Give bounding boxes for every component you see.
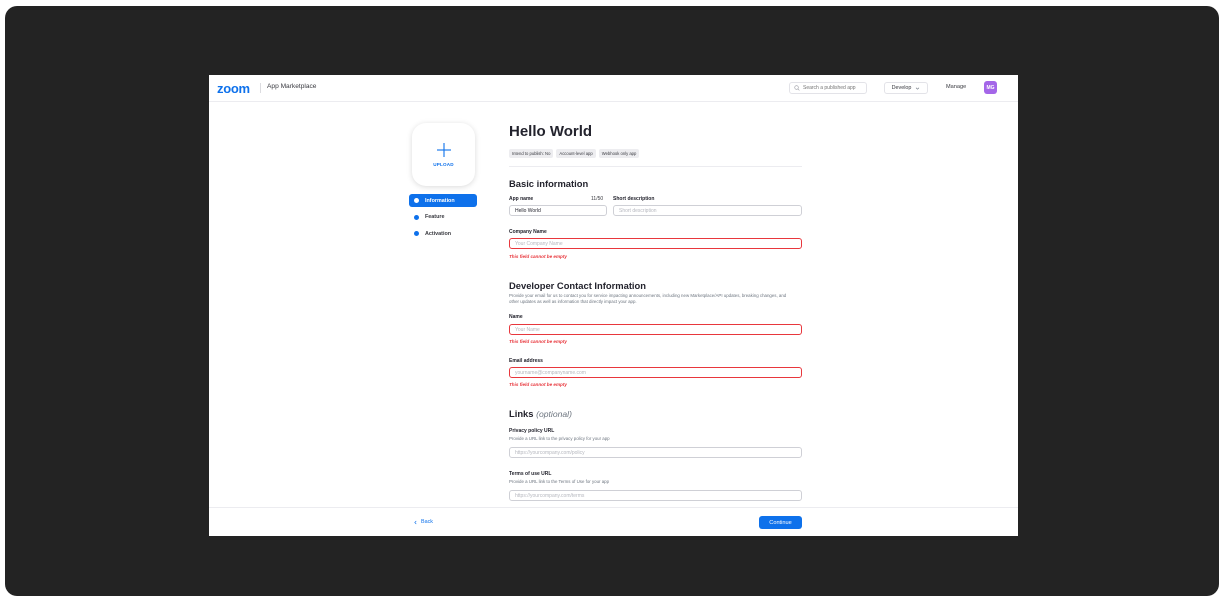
bottom-action-bar: Back Continue (209, 507, 1018, 536)
step-label: Information (425, 197, 455, 204)
step-navigation: Information Feature Activation (409, 194, 477, 244)
back-button[interactable]: Back (413, 519, 433, 525)
step-feature[interactable]: Feature (409, 211, 477, 224)
app-name-input[interactable] (509, 205, 607, 216)
page-title: Hello World (509, 123, 593, 140)
privacy-policy-label: Privacy policy URL (509, 428, 555, 434)
tag-webhook-only: Webhook only app (598, 149, 640, 158)
search-box[interactable] (789, 82, 867, 94)
search-input[interactable] (800, 85, 863, 91)
manage-link[interactable]: Manage (946, 84, 966, 90)
plus-icon (436, 143, 451, 157)
header-divider (260, 83, 261, 93)
tag-account-level: Account-level app (556, 149, 596, 158)
continue-button[interactable]: Continue (759, 516, 802, 529)
app-page: zoom App Marketplace Develop Manage MG U… (209, 75, 1018, 536)
terms-of-use-input[interactable] (509, 490, 802, 501)
links-optional-text: (optional) (536, 409, 572, 419)
name-label: Name (509, 314, 523, 320)
step-label: Activation (425, 230, 452, 237)
back-label: Back (421, 519, 433, 525)
app-tags: Intend to publish: No Account-level app … (509, 149, 640, 158)
step-dot-icon (414, 214, 419, 220)
name-error: This field cannot be empty (509, 339, 567, 344)
app-name-label: App name (509, 196, 534, 202)
develop-dropdown[interactable]: Develop (884, 82, 928, 94)
title-divider (509, 166, 802, 167)
upload-icon-button[interactable]: UPLOAD (412, 123, 475, 186)
privacy-policy-description: Provide a URL link to the privacy policy… (509, 436, 610, 441)
tag-intend-to-publish: Intend to publish: No (509, 149, 554, 158)
email-error: This field cannot be empty (509, 382, 567, 387)
company-name-label: Company Name (509, 229, 547, 235)
step-activation[interactable]: Activation (409, 227, 477, 240)
develop-label: Develop (891, 85, 912, 91)
short-description-input[interactable] (613, 205, 802, 216)
step-dot-icon (414, 198, 419, 203)
upload-label: UPLOAD (433, 162, 454, 167)
links-heading: Links (optional) (509, 408, 572, 419)
user-avatar[interactable]: MG (984, 81, 997, 94)
email-label: Email address (509, 358, 543, 364)
name-input[interactable] (509, 324, 802, 335)
developer-contact-description: Provide your email for us to contact you… (509, 293, 787, 305)
company-name-input[interactable] (509, 238, 802, 249)
developer-contact-heading: Developer Contact Information (509, 280, 646, 291)
privacy-policy-input[interactable] (509, 447, 802, 458)
zoom-logo[interactable]: zoom (217, 81, 250, 96)
chevron-down-icon (916, 87, 920, 90)
chevron-left-icon (414, 520, 417, 524)
top-navbar: zoom App Marketplace Develop Manage MG (209, 75, 1018, 102)
email-input[interactable] (509, 367, 802, 378)
step-information[interactable]: Information (409, 194, 477, 207)
terms-of-use-label: Terms of use URL (509, 471, 552, 477)
step-label: Feature (425, 214, 445, 220)
step-dot-icon (414, 231, 419, 236)
links-heading-text: Links (509, 408, 534, 419)
basic-info-heading: Basic information (509, 178, 589, 189)
app-name-counter: 11/50 (591, 196, 604, 202)
terms-of-use-description: Provide a URL link to the Terms of Use f… (509, 479, 610, 484)
short-description-label: Short description (613, 196, 655, 202)
company-name-error: This field cannot be empty (509, 254, 567, 259)
app-marketplace-title[interactable]: App Marketplace (267, 83, 316, 90)
